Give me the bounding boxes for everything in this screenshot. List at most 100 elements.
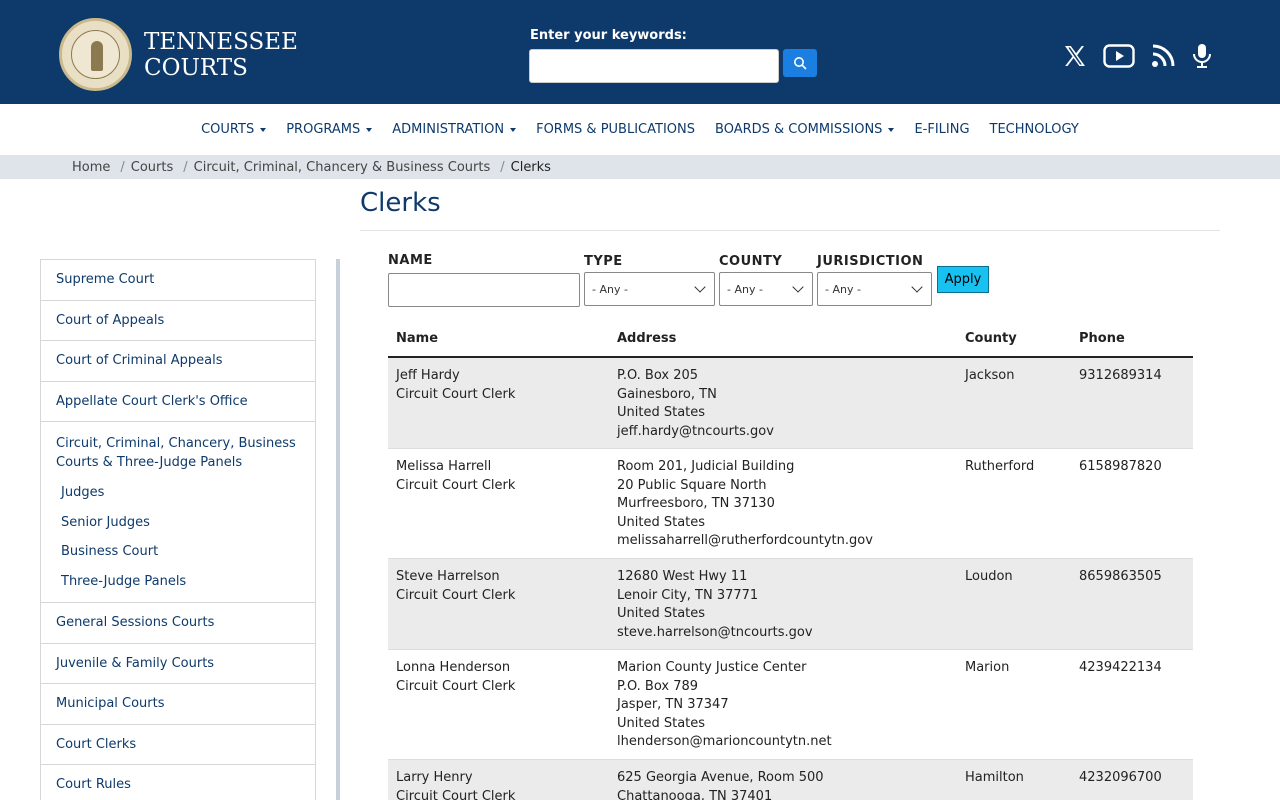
type-filter-select[interactable]: - Any - bbox=[584, 272, 715, 306]
county-filter-value: - Any - bbox=[727, 282, 763, 296]
sidebar-item-court-of-criminal-appeals[interactable]: Court of Criminal Appeals bbox=[41, 341, 315, 382]
clerk-name-cell: Lonna Henderson Circuit Court Clerk bbox=[396, 659, 515, 696]
column-header-name[interactable]: Name bbox=[396, 331, 438, 346]
search-button[interactable] bbox=[783, 49, 817, 77]
clerk-name: Jeff Hardy bbox=[396, 368, 460, 383]
brand-name[interactable]: TENNESSEE COURTS bbox=[144, 29, 298, 81]
clerk-address-cell: 12680 West Hwy 11 Lenoir City, TN 37771 … bbox=[617, 568, 813, 642]
nav-technology-label: TECHNOLOGY bbox=[989, 122, 1079, 137]
sidebar-item-supreme-court[interactable]: Supreme Court bbox=[41, 260, 315, 301]
breadcrumb-home[interactable]: Home bbox=[72, 160, 110, 175]
brand-line-2: COURTS bbox=[144, 55, 248, 81]
clerk-address-cell: Room 201, Judicial Building 20 Public Sq… bbox=[617, 458, 873, 551]
sidebar-group-circuit-courts: Circuit, Criminal, Chancery, Business Co… bbox=[41, 422, 315, 603]
rss-link[interactable] bbox=[1150, 40, 1176, 72]
name-filter-label: NAME bbox=[388, 253, 433, 268]
clerk-email[interactable]: steve.harrelson@tncourts.gov bbox=[617, 624, 813, 643]
column-header-address[interactable]: Address bbox=[617, 331, 676, 346]
clerk-title: Circuit Court Clerk bbox=[396, 587, 516, 603]
clerk-name-cell: Steve Harrelson Circuit Court Clerk bbox=[396, 568, 515, 605]
breadcrumb-separator: / bbox=[500, 159, 505, 175]
chevron-down-icon bbox=[694, 281, 706, 293]
clerk-phone[interactable]: 8659863505 bbox=[1079, 568, 1162, 587]
breadcrumb-separator: / bbox=[183, 159, 188, 175]
main-nav: COURTS PROGRAMS ADMINISTRATION FORMS & P… bbox=[0, 104, 1280, 155]
nav-administration[interactable]: ADMINISTRATION bbox=[382, 104, 526, 155]
sidebar-item-juvenile-family[interactable]: Juvenile & Family Courts bbox=[41, 644, 315, 684]
county-filter-label: COUNTY bbox=[719, 254, 783, 269]
rss-icon bbox=[1152, 44, 1175, 67]
caret-down-icon bbox=[510, 127, 517, 132]
nav-courts[interactable]: COURTS bbox=[191, 104, 276, 155]
table-row: Melissa Harrell Circuit Court Clerk Room… bbox=[388, 449, 1193, 559]
sidebar-item-general-sessions[interactable]: General Sessions Courts bbox=[41, 603, 315, 644]
nav-e-filing[interactable]: E-FILING bbox=[904, 104, 979, 155]
address-line: P.O. Box 789 bbox=[617, 678, 699, 694]
table-row: Steve Harrelson Circuit Court Clerk 1268… bbox=[388, 559, 1193, 650]
seal-logo[interactable] bbox=[59, 18, 132, 91]
clerk-email[interactable]: lhenderson@marioncountytn.net bbox=[617, 733, 832, 752]
sidebar-subitem-senior-judges[interactable]: Senior Judges bbox=[56, 508, 300, 538]
nav-forms-publications[interactable]: FORMS & PUBLICATIONS bbox=[526, 104, 705, 155]
nav-technology[interactable]: TECHNOLOGY bbox=[980, 104, 1089, 155]
sidebar-item-appellate-clerk[interactable]: Appellate Court Clerk's Office bbox=[41, 382, 315, 422]
apply-button[interactable]: Apply bbox=[937, 266, 989, 293]
breadcrumb-circuit-courts[interactable]: Circuit, Criminal, Chancery & Business C… bbox=[194, 160, 491, 175]
address-line: United States bbox=[617, 606, 706, 621]
address-line: Room 201, Judicial Building bbox=[617, 459, 795, 474]
sidebar-subitem-business-court[interactable]: Business Court bbox=[56, 537, 300, 567]
clerk-address-cell: P.O. Box 205 Gainesboro, TN United State… bbox=[617, 367, 774, 441]
search-input[interactable] bbox=[529, 49, 779, 83]
address-line: Gainesboro, TN bbox=[617, 386, 717, 402]
name-filter-input[interactable] bbox=[388, 273, 580, 307]
sidebar-item-municipal[interactable]: Municipal Courts bbox=[41, 684, 315, 725]
clerk-name-cell: Jeff Hardy Circuit Court Clerk bbox=[396, 367, 515, 404]
podcast-icon bbox=[1193, 44, 1211, 68]
clerk-name: Larry Henry bbox=[396, 770, 473, 785]
jurisdiction-filter-select[interactable]: - Any - bbox=[817, 272, 932, 306]
column-header-county[interactable]: County bbox=[965, 331, 1017, 346]
clerk-email[interactable]: melissaharrell@rutherfordcountytn.gov bbox=[617, 532, 873, 551]
sidebar-item-court-rules[interactable]: Court Rules bbox=[41, 765, 315, 800]
clerk-phone[interactable]: 4239422134 bbox=[1079, 659, 1162, 678]
caret-down-icon bbox=[366, 127, 373, 132]
clerk-phone[interactable]: 6158987820 bbox=[1079, 458, 1162, 477]
address-line: 20 Public Square North bbox=[617, 477, 767, 493]
breadcrumb-current: Clerks bbox=[510, 159, 551, 175]
address-line: Chattanooga, TN 37401 bbox=[617, 788, 773, 800]
address-line: 625 Georgia Avenue, Room 500 bbox=[617, 770, 824, 785]
clerk-name: Melissa Harrell bbox=[396, 459, 492, 474]
column-header-phone[interactable]: Phone bbox=[1079, 331, 1125, 346]
seal-figure bbox=[91, 41, 103, 71]
clerk-county: Loudon bbox=[965, 569, 1013, 584]
county-filter-select[interactable]: - Any - bbox=[719, 272, 813, 306]
clerk-email[interactable]: jeff.hardy@tncourts.gov bbox=[617, 423, 774, 442]
address-line: 12680 West Hwy 11 bbox=[617, 569, 748, 584]
breadcrumb-courts[interactable]: Courts bbox=[131, 160, 174, 175]
site-header: TENNESSEE COURTS Enter your keywords: bbox=[0, 0, 1280, 104]
page-title: Clerks bbox=[360, 188, 441, 218]
clerk-phone[interactable]: 9312689314 bbox=[1079, 367, 1162, 386]
nav-programs[interactable]: PROGRAMS bbox=[276, 104, 382, 155]
sidebar-item-court-of-appeals[interactable]: Court of Appeals bbox=[41, 301, 315, 341]
clerk-phone[interactable]: 4232096700 bbox=[1079, 769, 1162, 788]
table-row: Lonna Henderson Circuit Court Clerk Mari… bbox=[388, 650, 1193, 760]
sidebar-item-court-clerks[interactable]: Court Clerks bbox=[41, 725, 315, 765]
sidebar-item-circuit-courts[interactable]: Circuit, Criminal, Chancery, Business Co… bbox=[56, 434, 300, 472]
search-icon bbox=[794, 57, 807, 70]
address-line: United States bbox=[617, 514, 706, 530]
youtube-link[interactable] bbox=[1102, 40, 1136, 72]
table-row: Larry Henry Circuit Court Clerk 625 Geor… bbox=[388, 760, 1193, 800]
x-twitter-link[interactable] bbox=[1062, 40, 1088, 72]
clerks-table: Name Address County Phone Jeff Hardy Cir… bbox=[388, 320, 1193, 800]
address-line: Murfreesboro, TN 37130 bbox=[617, 496, 775, 511]
sidebar-nav: Supreme Court Court of Appeals Court of … bbox=[40, 259, 316, 800]
sidebar-subitem-three-judge-panels[interactable]: Three-Judge Panels bbox=[56, 567, 300, 597]
sidebar-subitem-judges[interactable]: Judges bbox=[56, 478, 300, 508]
podcast-link[interactable] bbox=[1190, 40, 1214, 72]
nav-boards-commissions[interactable]: BOARDS & COMMISSIONS bbox=[705, 104, 904, 155]
sidebar-divider bbox=[336, 259, 340, 800]
type-filter-value: - Any - bbox=[592, 282, 628, 296]
clerk-title: Circuit Court Clerk bbox=[396, 386, 516, 402]
address-line: United States bbox=[617, 715, 706, 731]
